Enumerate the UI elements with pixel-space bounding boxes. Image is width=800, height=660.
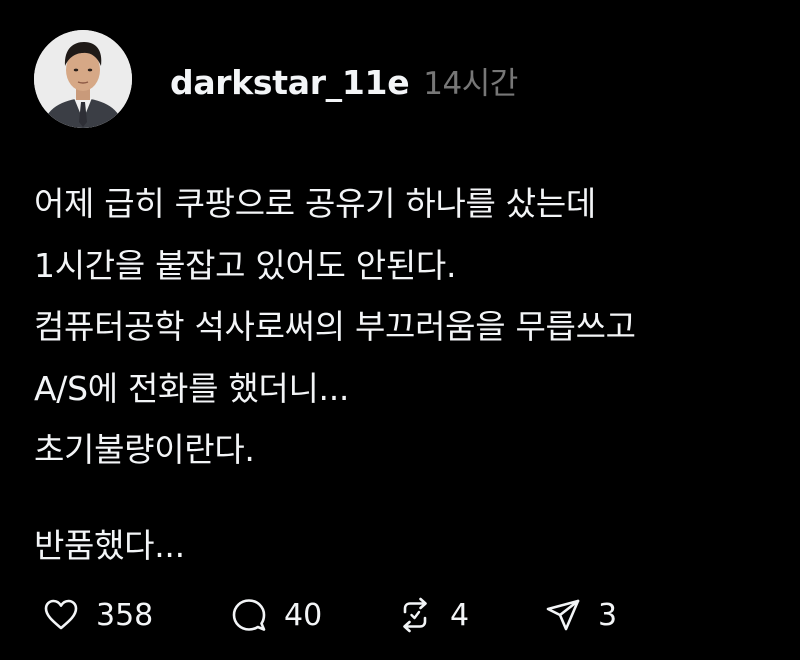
post-body: 어제 급히 쿠팡으로 공유기 하나를 샀는데 1시간을 붙잡고 있어도 안된다.…	[34, 173, 774, 576]
share-button[interactable]: 3	[544, 596, 617, 634]
like-button[interactable]: 358	[42, 596, 230, 634]
post-closing-line: 반품했다...	[34, 525, 185, 565]
post-header: darkstar_11e 14시간	[170, 58, 518, 102]
reply-count: 40	[284, 597, 323, 633]
post-line: 어제 급히 쿠팡으로 공유기 하나를 샀는데	[34, 184, 596, 223]
repost-count: 4	[450, 597, 470, 633]
post-line: A/S에 전화를 했더니...	[34, 368, 350, 408]
thread-post: darkstar_11e 14시간 어제 급히 쿠팡으로 공유기 하나를 샀는데…	[0, 0, 800, 660]
timestamp[interactable]: 14시간	[423, 58, 518, 103]
post-line: 1시간을 붙잡고 있어도 안된다.	[34, 245, 457, 285]
avatar-portrait	[34, 30, 132, 128]
share-count: 3	[598, 597, 618, 633]
post-actions: 358 40 4 3	[42, 592, 617, 638]
heart-icon	[44, 599, 78, 630]
avatar[interactable]	[34, 30, 132, 128]
reply-button[interactable]: 40	[230, 596, 396, 634]
speech-bubble-icon	[232, 599, 266, 631]
post-line: 초기불량이란다.	[34, 430, 255, 469]
like-count: 358	[96, 597, 154, 633]
post-line: 컴퓨터공학 석사로써의 부끄러움을 무릅쓰고	[34, 307, 636, 346]
paper-plane-icon	[546, 599, 580, 631]
username[interactable]: darkstar_11e	[170, 63, 410, 102]
repost-button[interactable]: 4	[396, 596, 544, 634]
repost-arrows-icon	[403, 597, 427, 633]
